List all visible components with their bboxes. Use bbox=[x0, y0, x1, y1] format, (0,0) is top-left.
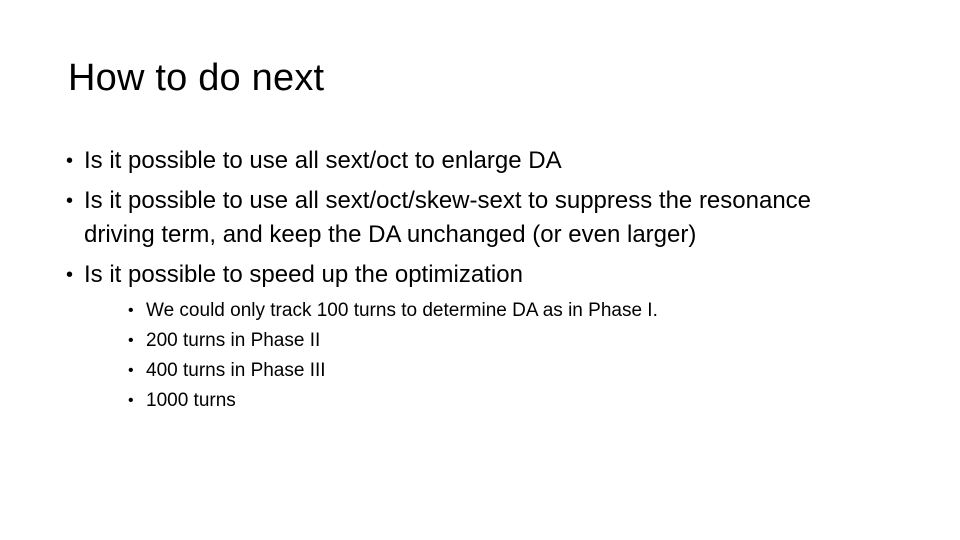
list-item-text: Is it possible to use all sext/oct to en… bbox=[84, 147, 562, 174]
sub-bullet-marker-icon: • bbox=[128, 332, 134, 349]
sub-bullet-marker-icon: • bbox=[128, 392, 134, 409]
sub-list-item-text: 400 turns in Phase III bbox=[146, 360, 326, 381]
sub-list-item: • 200 turns in Phase II bbox=[124, 326, 890, 356]
list-item-text-continuation: driving term, and keep the DA unchanged … bbox=[84, 221, 697, 248]
bullet-marker-icon: • bbox=[66, 150, 74, 172]
sub-bullet-list: • We could only track 100 turns to deter… bbox=[84, 296, 890, 416]
list-item: • Is it possible to speed up the optimiz… bbox=[60, 258, 890, 416]
bullet-marker-icon: • bbox=[66, 190, 74, 212]
sub-list-item: • 400 turns in Phase III bbox=[124, 356, 890, 386]
list-item: • Is it possible to use all sext/oct/ske… bbox=[60, 184, 890, 252]
sub-list-item-text: 200 turns in Phase II bbox=[146, 330, 321, 351]
list-item: • Is it possible to use all sext/oct to … bbox=[60, 144, 890, 178]
sub-bullet-marker-icon: • bbox=[128, 362, 134, 379]
bullet-list: • Is it possible to use all sext/oct to … bbox=[60, 144, 890, 416]
slide: How to do next • Is it possible to use a… bbox=[0, 0, 960, 540]
bullet-marker-icon: • bbox=[66, 264, 74, 286]
sub-list-item-text: We could only track 100 turns to determi… bbox=[146, 300, 658, 321]
slide-body: • Is it possible to use all sext/oct to … bbox=[60, 144, 890, 416]
sub-list-item: • We could only track 100 turns to deter… bbox=[124, 296, 890, 326]
sub-list-item-text: 1000 turns bbox=[146, 390, 236, 411]
sub-bullet-marker-icon: • bbox=[128, 302, 134, 319]
list-item-text: Is it possible to speed up the optimizat… bbox=[84, 261, 523, 288]
sub-list-item: • 1000 turns bbox=[124, 386, 890, 416]
list-item-text: Is it possible to use all sext/oct/skew-… bbox=[84, 187, 812, 214]
page-title: How to do next bbox=[68, 57, 325, 99]
